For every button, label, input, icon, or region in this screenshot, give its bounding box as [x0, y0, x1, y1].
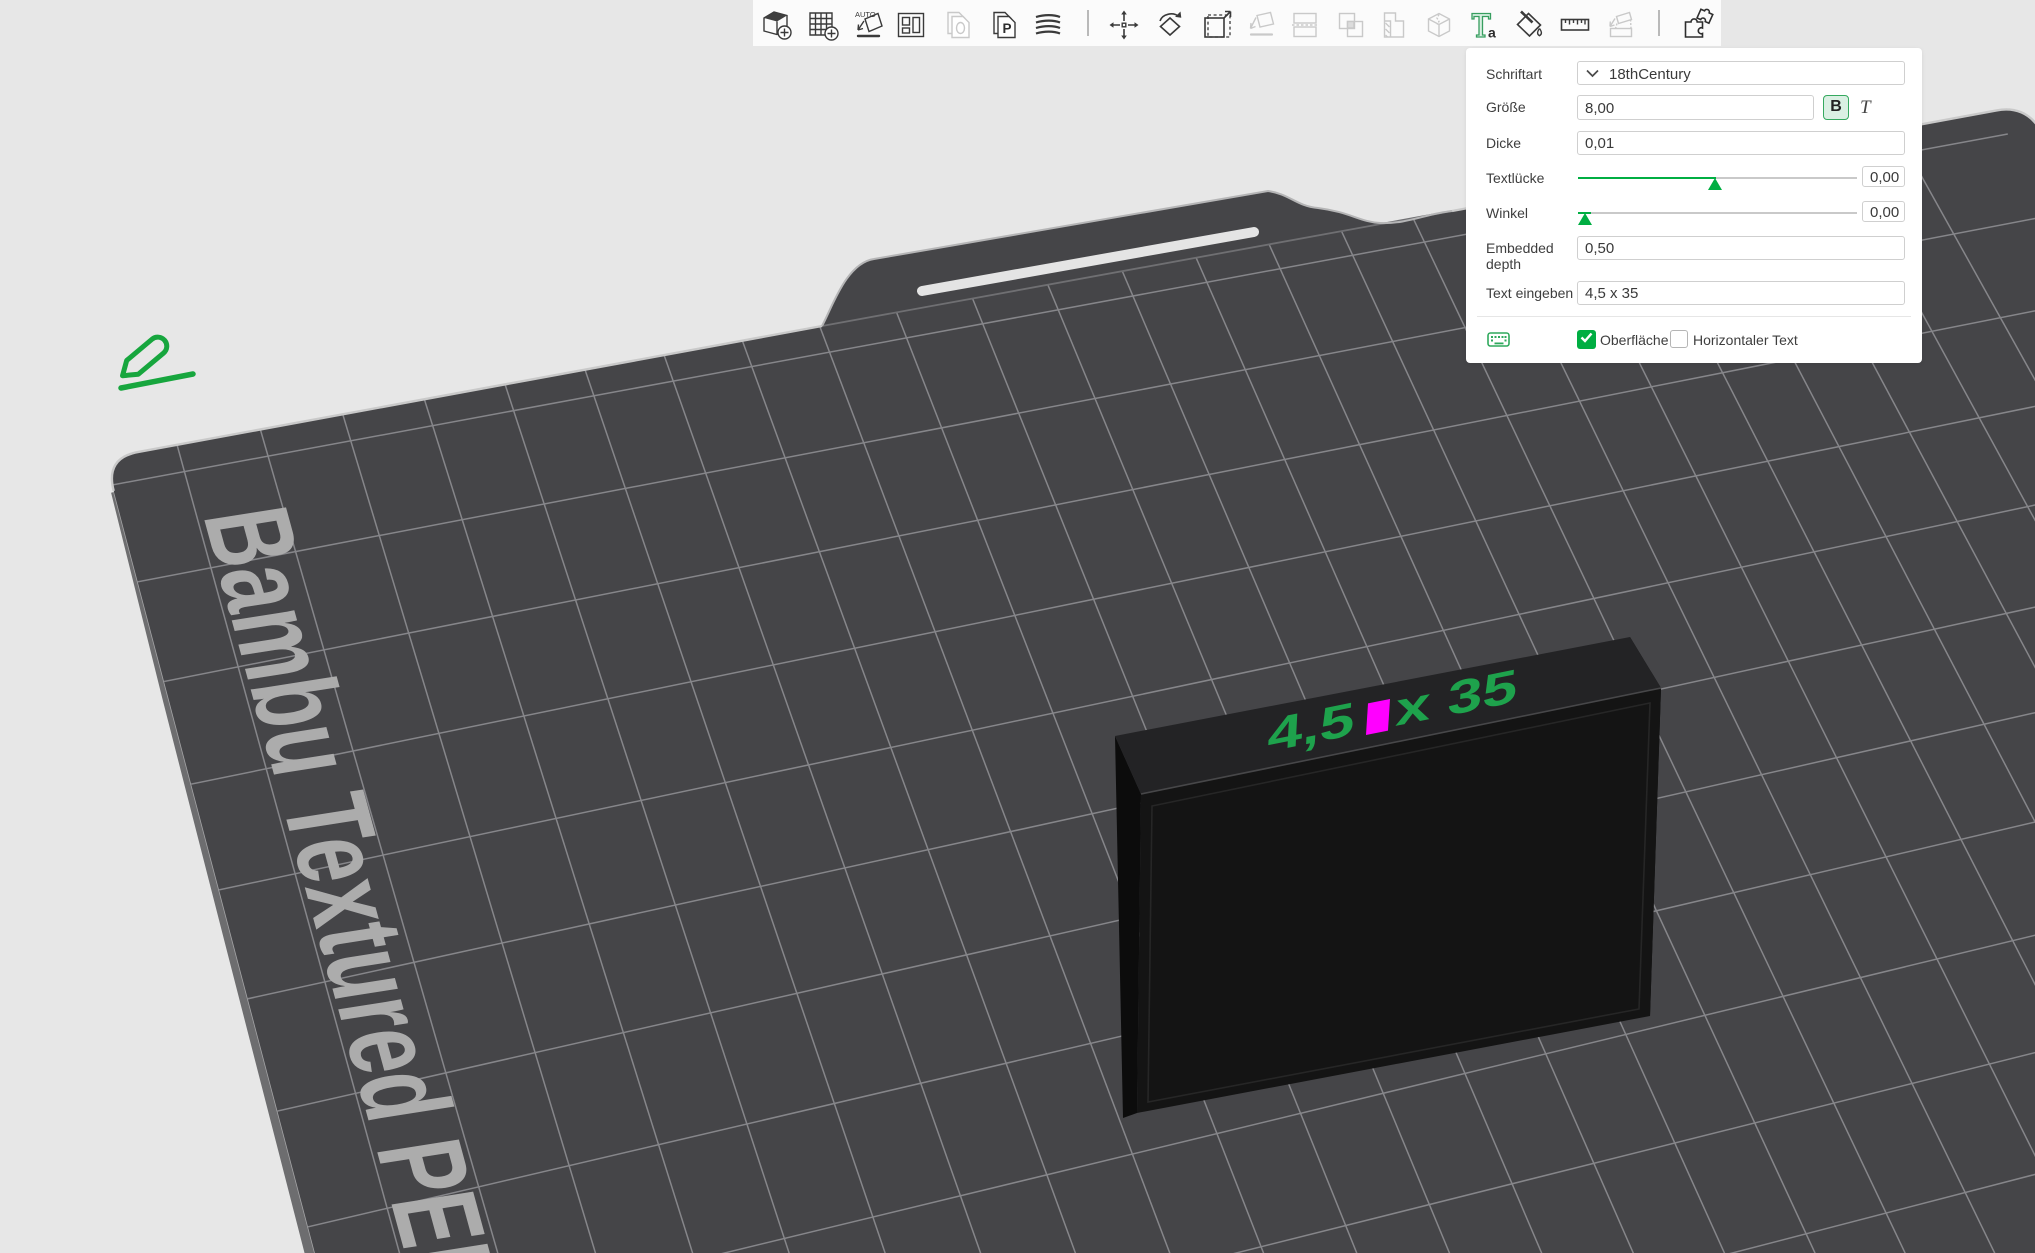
svg-text:a: a	[1488, 25, 1496, 41]
svg-text:AUTO: AUTO	[855, 10, 876, 19]
svg-text:P: P	[1003, 21, 1012, 36]
